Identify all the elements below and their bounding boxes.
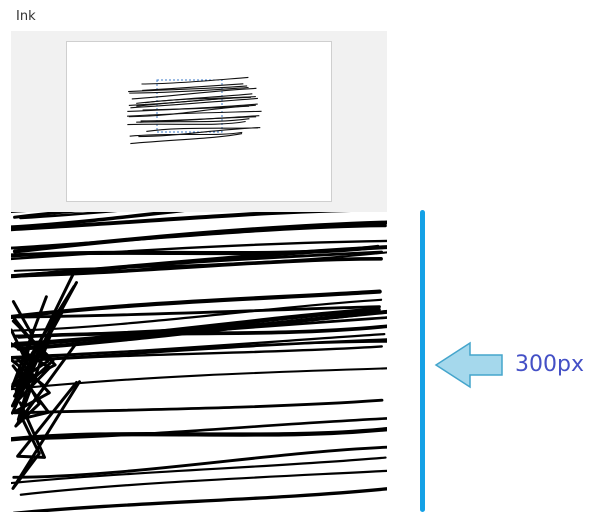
- ink-stroke: [13, 398, 384, 415]
- preview-area: [11, 31, 387, 212]
- ink-stroke: [13, 487, 387, 512]
- height-indicator-line: [420, 210, 425, 512]
- left-arrow-icon: [434, 341, 503, 389]
- ink-preview-thumbnail[interactable]: [66, 41, 332, 202]
- preview-ink-stroke: [141, 76, 249, 85]
- height-label: 300px: [515, 352, 584, 377]
- preview-ink-stroke: [146, 127, 258, 133]
- ink-strokes: [11, 212, 387, 512]
- preview-ink-strokes: [127, 76, 262, 145]
- ink-stroke: [11, 456, 387, 485]
- ink-stroke: [11, 224, 387, 250]
- ink-canvas[interactable]: [11, 212, 387, 512]
- ink-stroke: [11, 367, 387, 391]
- panel-title: Ink: [16, 9, 36, 24]
